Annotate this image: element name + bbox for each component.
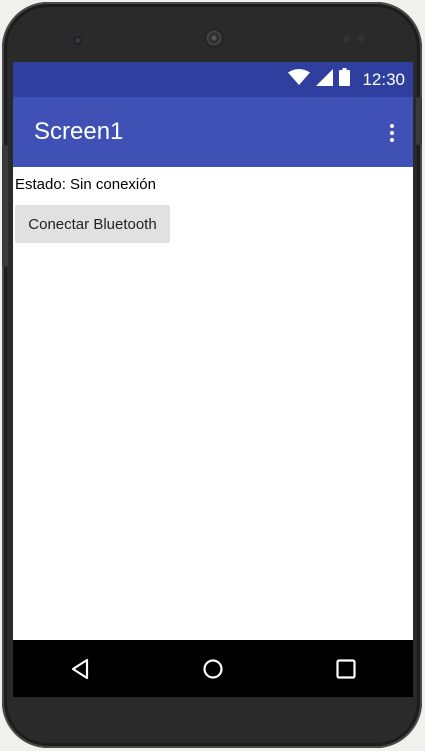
overflow-dot [390, 131, 394, 135]
power-button [416, 97, 422, 145]
phone-frame: 12:30 Screen1 Estado: Sin conexión Conec… [2, 2, 422, 748]
screen: 12:30 Screen1 Estado: Sin conexión Conec… [13, 62, 413, 697]
app-title: Screen1 [34, 118, 124, 145]
light-sensor [357, 35, 364, 42]
more-vert-icon[interactable] [387, 124, 397, 142]
connection-status-label: Estado: Sin conexión [15, 176, 156, 193]
connect-bluetooth-button[interactable]: Conectar Bluetooth [15, 205, 170, 243]
status-bar: 12:30 [13, 62, 413, 97]
recents-icon[interactable] [326, 649, 366, 689]
earpiece-speaker [73, 36, 82, 45]
overflow-dot [390, 138, 394, 142]
front-camera [204, 28, 224, 48]
proximity-sensor [343, 35, 350, 42]
wifi-icon [288, 68, 311, 91]
volume-button [2, 145, 8, 267]
app-bar: Screen1 [13, 97, 413, 167]
navigation-bar [13, 640, 413, 697]
home-icon[interactable] [193, 649, 233, 689]
back-icon[interactable] [60, 649, 100, 689]
battery-icon [339, 68, 351, 91]
overflow-dot [390, 124, 394, 128]
signal-icon [316, 68, 334, 91]
content-area: Estado: Sin conexión Conectar Bluetooth [13, 167, 413, 640]
status-time: 12:30 [362, 69, 405, 89]
status-icons: 12:30 [288, 62, 405, 97]
